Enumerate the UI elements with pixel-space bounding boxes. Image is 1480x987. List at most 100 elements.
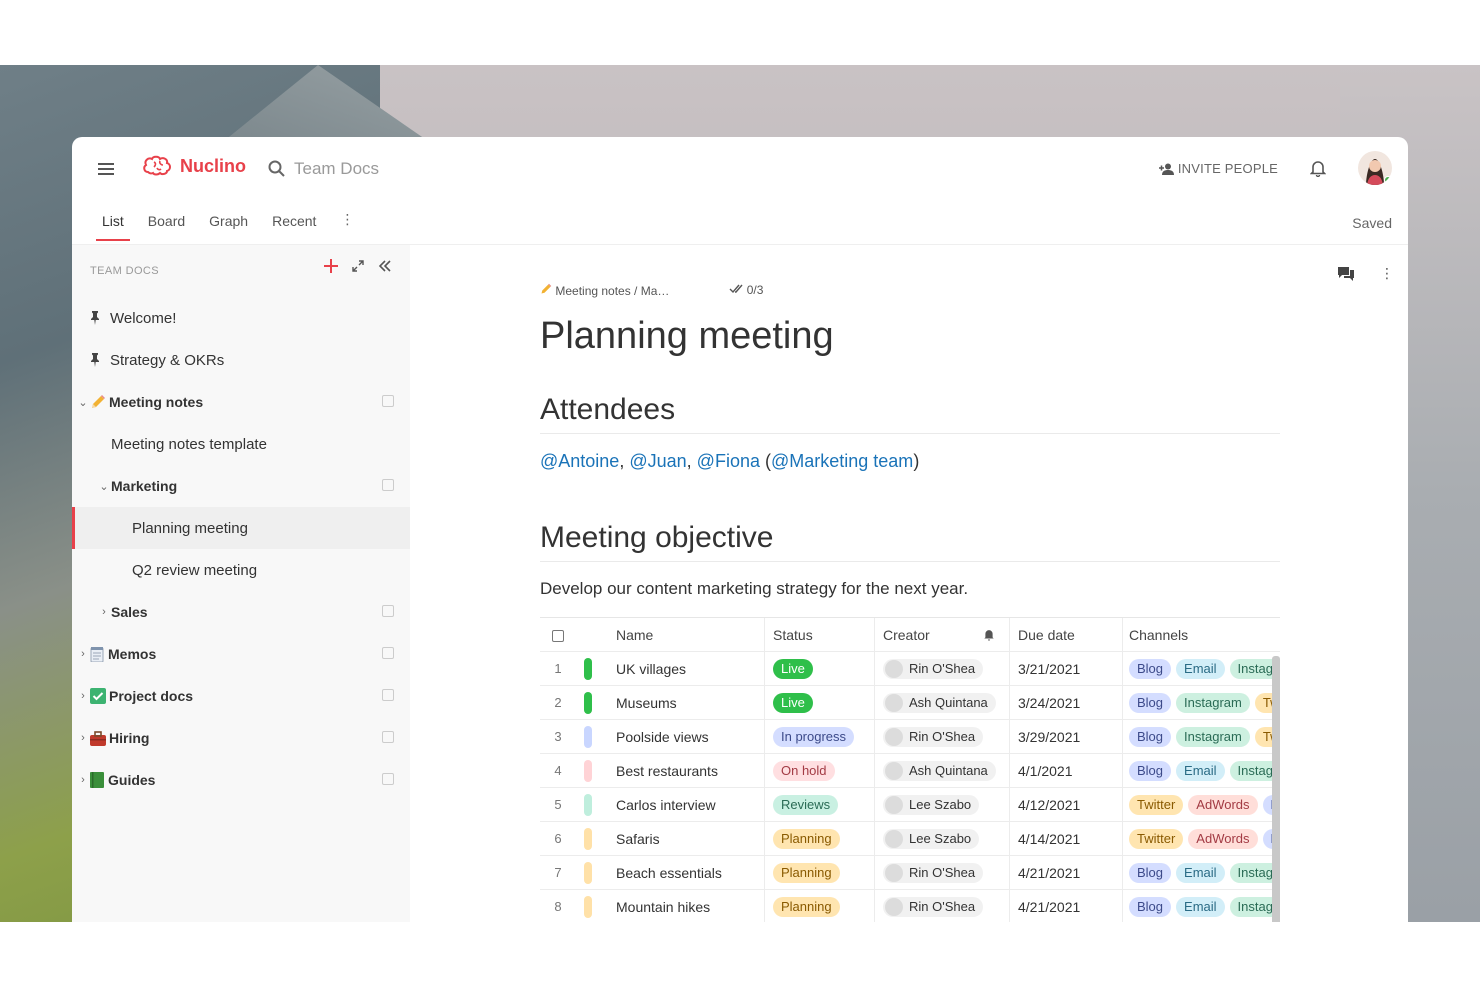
- column-header-creator[interactable]: Creator: [874, 618, 1009, 651]
- row-status-cell[interactable]: Planning: [764, 890, 874, 922]
- channel-tag[interactable]: AdWords: [1188, 794, 1258, 815]
- chevron-right-icon[interactable]: ›: [78, 648, 88, 660]
- row-name[interactable]: Safaris: [600, 831, 764, 847]
- tab-recent[interactable]: Recent: [260, 205, 328, 241]
- table-row[interactable]: 3 Poolside views In progress Rin O'Shea 3/29…: [540, 720, 1280, 754]
- row-channels-cell[interactable]: TwitterAdWordsB: [1122, 788, 1280, 821]
- row-due-date[interactable]: 4/12/2021: [1009, 788, 1122, 821]
- invite-people-button[interactable]: INVITE PEOPLE: [1158, 161, 1278, 176]
- row-due-date[interactable]: 3/21/2021: [1009, 652, 1122, 685]
- chevron-right-icon[interactable]: ›: [78, 732, 88, 744]
- row-channels-cell[interactable]: TwitterAdWordsB: [1122, 822, 1280, 855]
- page-title[interactable]: Planning meeting: [540, 315, 834, 358]
- sidebar-item-planning-meeting[interactable]: Planning meeting: [72, 507, 410, 549]
- table-scrollbar[interactable]: [1272, 656, 1280, 922]
- tab-list[interactable]: List: [90, 205, 136, 241]
- channel-tag[interactable]: Twitter: [1129, 794, 1184, 815]
- task-progress[interactable]: 0/3: [729, 283, 763, 298]
- row-status-cell[interactable]: In progress: [764, 720, 874, 753]
- creator-chip[interactable]: Rin O'Shea: [883, 862, 984, 883]
- column-header-channels[interactable]: Channels: [1122, 618, 1280, 651]
- row-due-date[interactable]: 4/14/2021: [1009, 822, 1122, 855]
- sidebar-item-strategy[interactable]: Strategy & OKRs: [72, 339, 410, 381]
- table-row[interactable]: 4 Best restaurants On hold Ash Quintana 4/1/…: [540, 754, 1280, 788]
- copy-icon[interactable]: [382, 773, 394, 785]
- objective-text[interactable]: Develop our content marketing strategy f…: [540, 579, 968, 599]
- row-name[interactable]: Best restaurants: [600, 763, 764, 779]
- channel-tag[interactable]: Email: [1176, 862, 1225, 883]
- channel-tag[interactable]: Email: [1176, 760, 1225, 781]
- user-avatar[interactable]: [1358, 151, 1392, 185]
- table-row[interactable]: 1 UK villages Live Rin O'Shea 3/21/2021 Blog E…: [540, 652, 1280, 686]
- row-due-date[interactable]: 4/21/2021: [1009, 856, 1122, 889]
- sidebar-item-meeting-notes[interactable]: ⌄ Meeting notes: [72, 381, 410, 423]
- row-creator-cell[interactable]: Ash Quintana: [874, 686, 1009, 719]
- table-row[interactable]: 8 Mountain hikes Planning Rin O'Shea 4/21/20…: [540, 890, 1280, 922]
- sidebar-item-welcome[interactable]: Welcome!: [72, 297, 410, 339]
- attendees-heading[interactable]: Attendees: [540, 393, 1280, 434]
- chevron-down-icon[interactable]: ⌄: [99, 480, 109, 493]
- copy-icon[interactable]: [382, 605, 394, 617]
- creator-chip[interactable]: Rin O'Shea: [883, 896, 984, 917]
- tab-graph[interactable]: Graph: [197, 205, 260, 241]
- chevron-right-icon[interactable]: ›: [78, 774, 88, 786]
- row-creator-cell[interactable]: Ash Quintana: [874, 754, 1009, 787]
- objective-heading[interactable]: Meeting objective: [540, 521, 1280, 562]
- row-status-cell[interactable]: Live: [764, 686, 874, 719]
- row-channels-cell[interactable]: BlogInstagramTw: [1122, 686, 1280, 719]
- mention-link[interactable]: @Juan: [629, 451, 686, 471]
- add-item-icon[interactable]: [324, 259, 338, 273]
- table-row[interactable]: 2 Museums Live Ash Quintana 3/24/2021 Blog Ins…: [540, 686, 1280, 720]
- channel-tag[interactable]: Blog: [1129, 658, 1172, 679]
- search-bar[interactable]: Team Docs: [268, 159, 379, 179]
- status-badge[interactable]: Live: [773, 658, 813, 679]
- copy-icon[interactable]: [382, 479, 394, 491]
- creator-chip[interactable]: Ash Quintana: [883, 692, 996, 713]
- row-creator-cell[interactable]: Rin O'Shea: [874, 720, 1009, 753]
- more-options-icon[interactable]: ⋮: [1380, 265, 1394, 282]
- row-due-date[interactable]: 3/29/2021: [1009, 720, 1122, 753]
- table-row[interactable]: 5 Carlos interview Reviews Lee Szabo 4/12/20…: [540, 788, 1280, 822]
- creator-chip[interactable]: Lee Szabo: [883, 794, 980, 815]
- status-badge[interactable]: Planning: [773, 862, 840, 883]
- row-creator-cell[interactable]: Rin O'Shea: [874, 652, 1009, 685]
- channel-tag[interactable]: Instagram: [1176, 692, 1250, 713]
- row-channels-cell[interactable]: Blog Email Instagr: [1122, 856, 1280, 889]
- expand-icon[interactable]: [352, 260, 364, 272]
- row-channels-cell[interactable]: Blog Email Instagr: [1122, 890, 1280, 922]
- row-due-date[interactable]: 3/24/2021: [1009, 686, 1122, 719]
- row-name[interactable]: Mountain hikes: [600, 899, 764, 915]
- notifications-button[interactable]: [1309, 159, 1327, 182]
- status-badge[interactable]: Reviews: [773, 794, 839, 815]
- creator-chip[interactable]: Lee Szabo: [883, 828, 980, 849]
- table-row[interactable]: 7 Beach essentials Planning Rin O'Shea 4/21/…: [540, 856, 1280, 890]
- row-name[interactable]: UK villages: [600, 661, 764, 677]
- sidebar-item-marketing[interactable]: ⌄ Marketing: [72, 465, 410, 507]
- row-status-cell[interactable]: Planning: [764, 856, 874, 889]
- chevron-down-icon[interactable]: ⌄: [78, 396, 88, 409]
- channel-tag[interactable]: Email: [1176, 896, 1225, 917]
- channel-tag[interactable]: Blog: [1129, 760, 1172, 781]
- creator-chip[interactable]: Rin O'Shea: [883, 658, 984, 679]
- row-due-date[interactable]: 4/1/2021: [1009, 754, 1122, 787]
- table-row[interactable]: 6 Safaris Planning Lee Szabo 4/14/2021 Twitte…: [540, 822, 1280, 856]
- row-due-date[interactable]: 4/21/2021: [1009, 890, 1122, 922]
- column-header-status[interactable]: Status: [764, 618, 874, 651]
- more-tabs-icon[interactable]: ⋮: [328, 205, 366, 241]
- row-status-cell[interactable]: Reviews: [764, 788, 874, 821]
- row-channels-cell[interactable]: BlogInstagramTw: [1122, 720, 1280, 753]
- tab-board[interactable]: Board: [136, 205, 197, 241]
- channel-tag[interactable]: Blog: [1129, 692, 1172, 713]
- row-creator-cell[interactable]: Rin O'Shea: [874, 856, 1009, 889]
- row-channels-cell[interactable]: Blog Email Instagr: [1122, 754, 1280, 787]
- row-channels-cell[interactable]: Blog Email Instagr: [1122, 652, 1280, 685]
- breadcrumb-path[interactable]: Meeting notes / Ma…: [540, 283, 669, 298]
- mention-link[interactable]: @Marketing team: [771, 451, 913, 471]
- menu-icon[interactable]: [98, 163, 114, 175]
- channel-tag[interactable]: Blog: [1129, 726, 1172, 747]
- status-badge[interactable]: Planning: [773, 828, 840, 849]
- column-header-due-date[interactable]: Due date: [1009, 618, 1122, 651]
- sidebar-item-q2-review-meeting[interactable]: Q2 review meeting: [72, 549, 410, 591]
- channel-tag[interactable]: Blog: [1129, 896, 1172, 917]
- sidebar-item-guides[interactable]: › Guides: [72, 759, 410, 801]
